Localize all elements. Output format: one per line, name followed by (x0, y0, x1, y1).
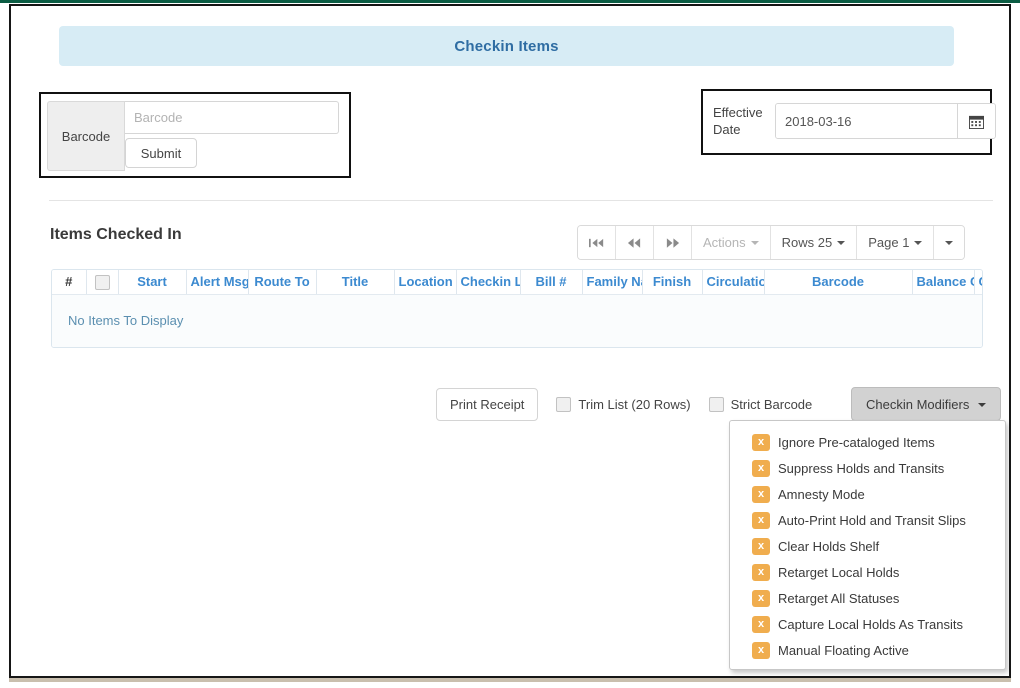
column-header[interactable]: Family Na (582, 270, 643, 295)
checkin-modifier-item[interactable]: x Capture Local Holds As Transits (730, 611, 1005, 637)
checkin-modifiers-label: Checkin Modifiers (866, 396, 970, 412)
grid-table: # Start Alert Msg Route To Title Location Chec… (52, 270, 982, 347)
column-header[interactable]: Alert Msg (186, 270, 249, 295)
barcode-entry-panel: Barcode Submit (39, 92, 351, 178)
next-page-icon[interactable] (654, 226, 692, 259)
column-header[interactable]: Finish (642, 270, 703, 295)
checkin-modifier-label: Retarget Local Holds (778, 564, 900, 580)
top-accent-rule (0, 0, 1020, 3)
x-badge-icon: x (752, 459, 770, 477)
checkin-modifier-label: Amnesty Mode (778, 486, 865, 502)
page-title: Checkin Items (454, 37, 559, 55)
select-all-header[interactable] (86, 270, 119, 295)
barcode-entry-group: Barcode Submit (47, 101, 339, 171)
calendar-icon[interactable] (957, 104, 995, 138)
checkin-modifier-item[interactable]: x Ignore Pre-cataloged Items (730, 429, 1005, 455)
page-title-banner: Checkin Items (59, 26, 954, 66)
column-header[interactable]: Location (394, 270, 457, 295)
trim-list-label: Trim List (20 Rows) (578, 397, 691, 412)
print-receipt-button[interactable]: Print Receipt (436, 388, 539, 421)
bottom-controls: Print Receipt Trim List (20 Rows) Strict… (436, 388, 812, 421)
x-badge-icon: x (752, 537, 770, 555)
checkin-modifier-item[interactable]: x Retarget Local Holds (730, 559, 1005, 585)
checkin-modifiers-button[interactable]: Checkin Modifiers (851, 387, 1001, 421)
checkin-modifier-item[interactable]: x Suppress Holds and Transits (730, 455, 1005, 481)
effective-date-field (775, 103, 996, 139)
grid-options-button[interactable] (934, 226, 965, 259)
checkin-modifier-item[interactable]: x Clear Holds Shelf (730, 533, 1005, 559)
rows-per-page-button[interactable]: Rows 25 (770, 226, 858, 259)
actions-menu-label: Actions (703, 235, 746, 250)
column-header[interactable]: Balance O (912, 270, 975, 295)
checkin-modifier-label: Manual Floating Active (778, 642, 909, 658)
page-frame: Checkin Items Barcode Submit Effective D… (9, 4, 1011, 678)
checkin-modifier-label: Auto-Print Hold and Transit Slips (778, 512, 966, 528)
trim-list-checkbox-wrap[interactable]: Trim List (20 Rows) (556, 397, 691, 412)
actions-menu-button[interactable]: Actions (692, 226, 771, 259)
column-header[interactable]: Bill # (520, 270, 583, 295)
items-checked-in-grid: # Start Alert Msg Route To Title Location Chec… (51, 269, 983, 348)
effective-date-panel: Effective Date (701, 89, 996, 155)
effective-date-label: Effective Date (713, 105, 763, 137)
checkin-modifier-label: Capture Local Holds As Transits (778, 616, 963, 632)
section-title: Items Checked In (50, 226, 182, 243)
checkin-modifiers-dropdown: x Ignore Pre-cataloged Items x Suppress Hol… (729, 420, 1006, 670)
x-badge-icon: x (752, 511, 770, 529)
column-header[interactable]: Title (316, 270, 395, 295)
column-header[interactable]: Circulatio (974, 270, 982, 295)
first-page-icon[interactable] (578, 226, 616, 259)
column-header[interactable]: Start (118, 270, 187, 295)
x-badge-icon: x (752, 433, 770, 451)
checkin-modifier-item[interactable]: x Retarget All Statuses (730, 585, 1005, 611)
x-badge-icon: x (752, 615, 770, 633)
chevron-down-icon (750, 240, 759, 245)
checkin-modifier-item[interactable]: x Auto-Print Hold and Transit Slips (730, 507, 1005, 533)
page-selector-label: Page 1 (868, 235, 910, 250)
column-header[interactable]: Circulatio (702, 270, 765, 295)
checkin-modifier-label: Ignore Pre-cataloged Items (778, 434, 935, 450)
checkin-items-screen: Checkin Items Barcode Submit Effective D… (0, 0, 1020, 688)
x-badge-icon: x (752, 563, 770, 581)
page-selector-button[interactable]: Page 1 (857, 226, 935, 259)
grid-empty-row: No Items To Display (52, 294, 982, 347)
checkin-modifier-label: Suppress Holds and Transits (778, 460, 945, 476)
strict-barcode-label: Strict Barcode (730, 397, 813, 412)
section-divider (49, 200, 993, 201)
chevron-down-icon (945, 240, 954, 245)
column-header[interactable]: Barcode (764, 270, 913, 295)
checkin-modifier-label: Retarget All Statuses (778, 590, 900, 606)
x-badge-icon: x (752, 589, 770, 607)
effective-date-input[interactable] (776, 104, 957, 138)
x-badge-icon: x (752, 641, 770, 659)
grid-header-row: # Start Alert Msg Route To Title Location Chec… (52, 270, 982, 295)
barcode-controls: Submit (125, 101, 339, 171)
column-header[interactable]: # (52, 270, 87, 295)
checkin-modifier-item[interactable]: x Amnesty Mode (730, 481, 1005, 507)
column-header[interactable]: Checkin L (456, 270, 521, 295)
effective-date-group: Effective Date (713, 103, 996, 139)
submit-button[interactable]: Submit (125, 138, 197, 168)
rows-per-page-label: Rows 25 (781, 235, 833, 250)
grid-toolbar: Actions Rows 25 Page 1 (577, 225, 966, 260)
chevron-down-icon (914, 240, 923, 245)
checkin-modifier-item[interactable]: x Manual Floating Active (730, 637, 1005, 663)
checkin-modifier-label: Clear Holds Shelf (778, 538, 880, 554)
select-all-checkbox[interactable] (94, 274, 110, 290)
bottom-shade (9, 678, 1011, 682)
column-header[interactable]: Route To (248, 270, 317, 295)
barcode-label: Barcode (47, 101, 125, 171)
barcode-input[interactable] (125, 101, 339, 134)
strict-barcode-checkbox[interactable] (708, 397, 724, 412)
empty-message: No Items To Display (52, 294, 982, 347)
x-badge-icon: x (752, 485, 770, 503)
previous-page-icon[interactable] (616, 226, 654, 259)
chevron-down-icon (977, 403, 986, 408)
chevron-down-icon (837, 240, 846, 245)
trim-list-checkbox[interactable] (556, 397, 572, 412)
strict-barcode-checkbox-wrap[interactable]: Strict Barcode (708, 397, 813, 412)
